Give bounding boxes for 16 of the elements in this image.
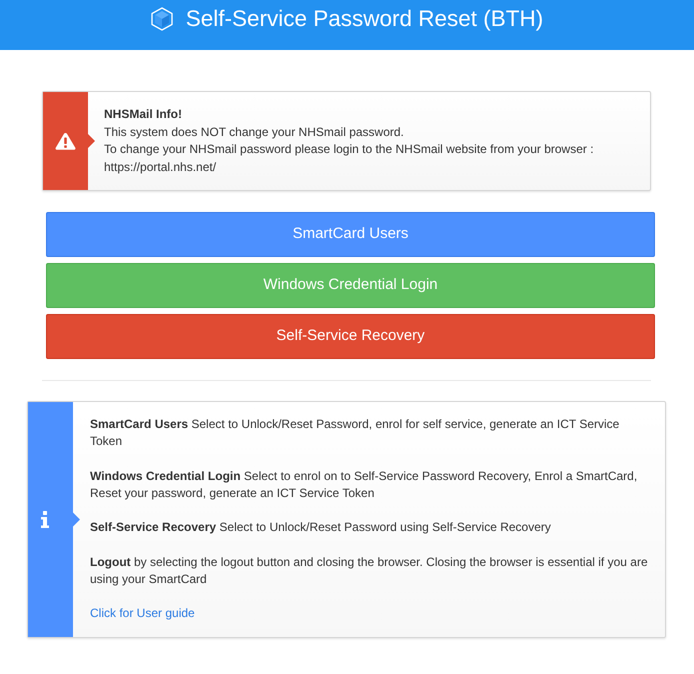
info-paragraph: SmartCard Users Select to Unlock/Reset Password, enrol for self service, generate an ICT Service Token [90,416,620,450]
alert-text: https://portal.nhs.net/ [104,158,218,176]
info-paragraph: Windows Credential Login Select to enrol on to Self-Service Password Recovery, Enrol a SmartCard, Reset your password, generate an ICT Service Token [90,468,638,502]
alert-title: NHSMail Info! [104,106,183,123]
info-paragraph: Self-Service Recovery Select to Unlock/Reset Password using Self-Service Recovery [90,519,552,536]
info-paragraph: Logout by selecting the logout button and closing the browser. Closing the browser is essential if you are using your SmartCard [90,554,649,588]
warning-icon [55,132,76,150]
alert-text: To change your NHSmail password please login to the NHSmail website from your browser : [104,141,594,158]
cube-icon [150,7,173,31]
page-title: Self-Service Password Reset (BTH) [186,6,544,32]
action-button[interactable]: Self-Service Recovery [46,314,655,359]
action-button[interactable]: Windows Credential Login [46,263,655,308]
alert-text: This system does NOT change your NHSmail password. [104,124,405,140]
user-guide-link[interactable]: Click for User guide [90,606,195,620]
action-button[interactable]: SmartCard Users [46,212,655,257]
info-icon [40,511,50,528]
